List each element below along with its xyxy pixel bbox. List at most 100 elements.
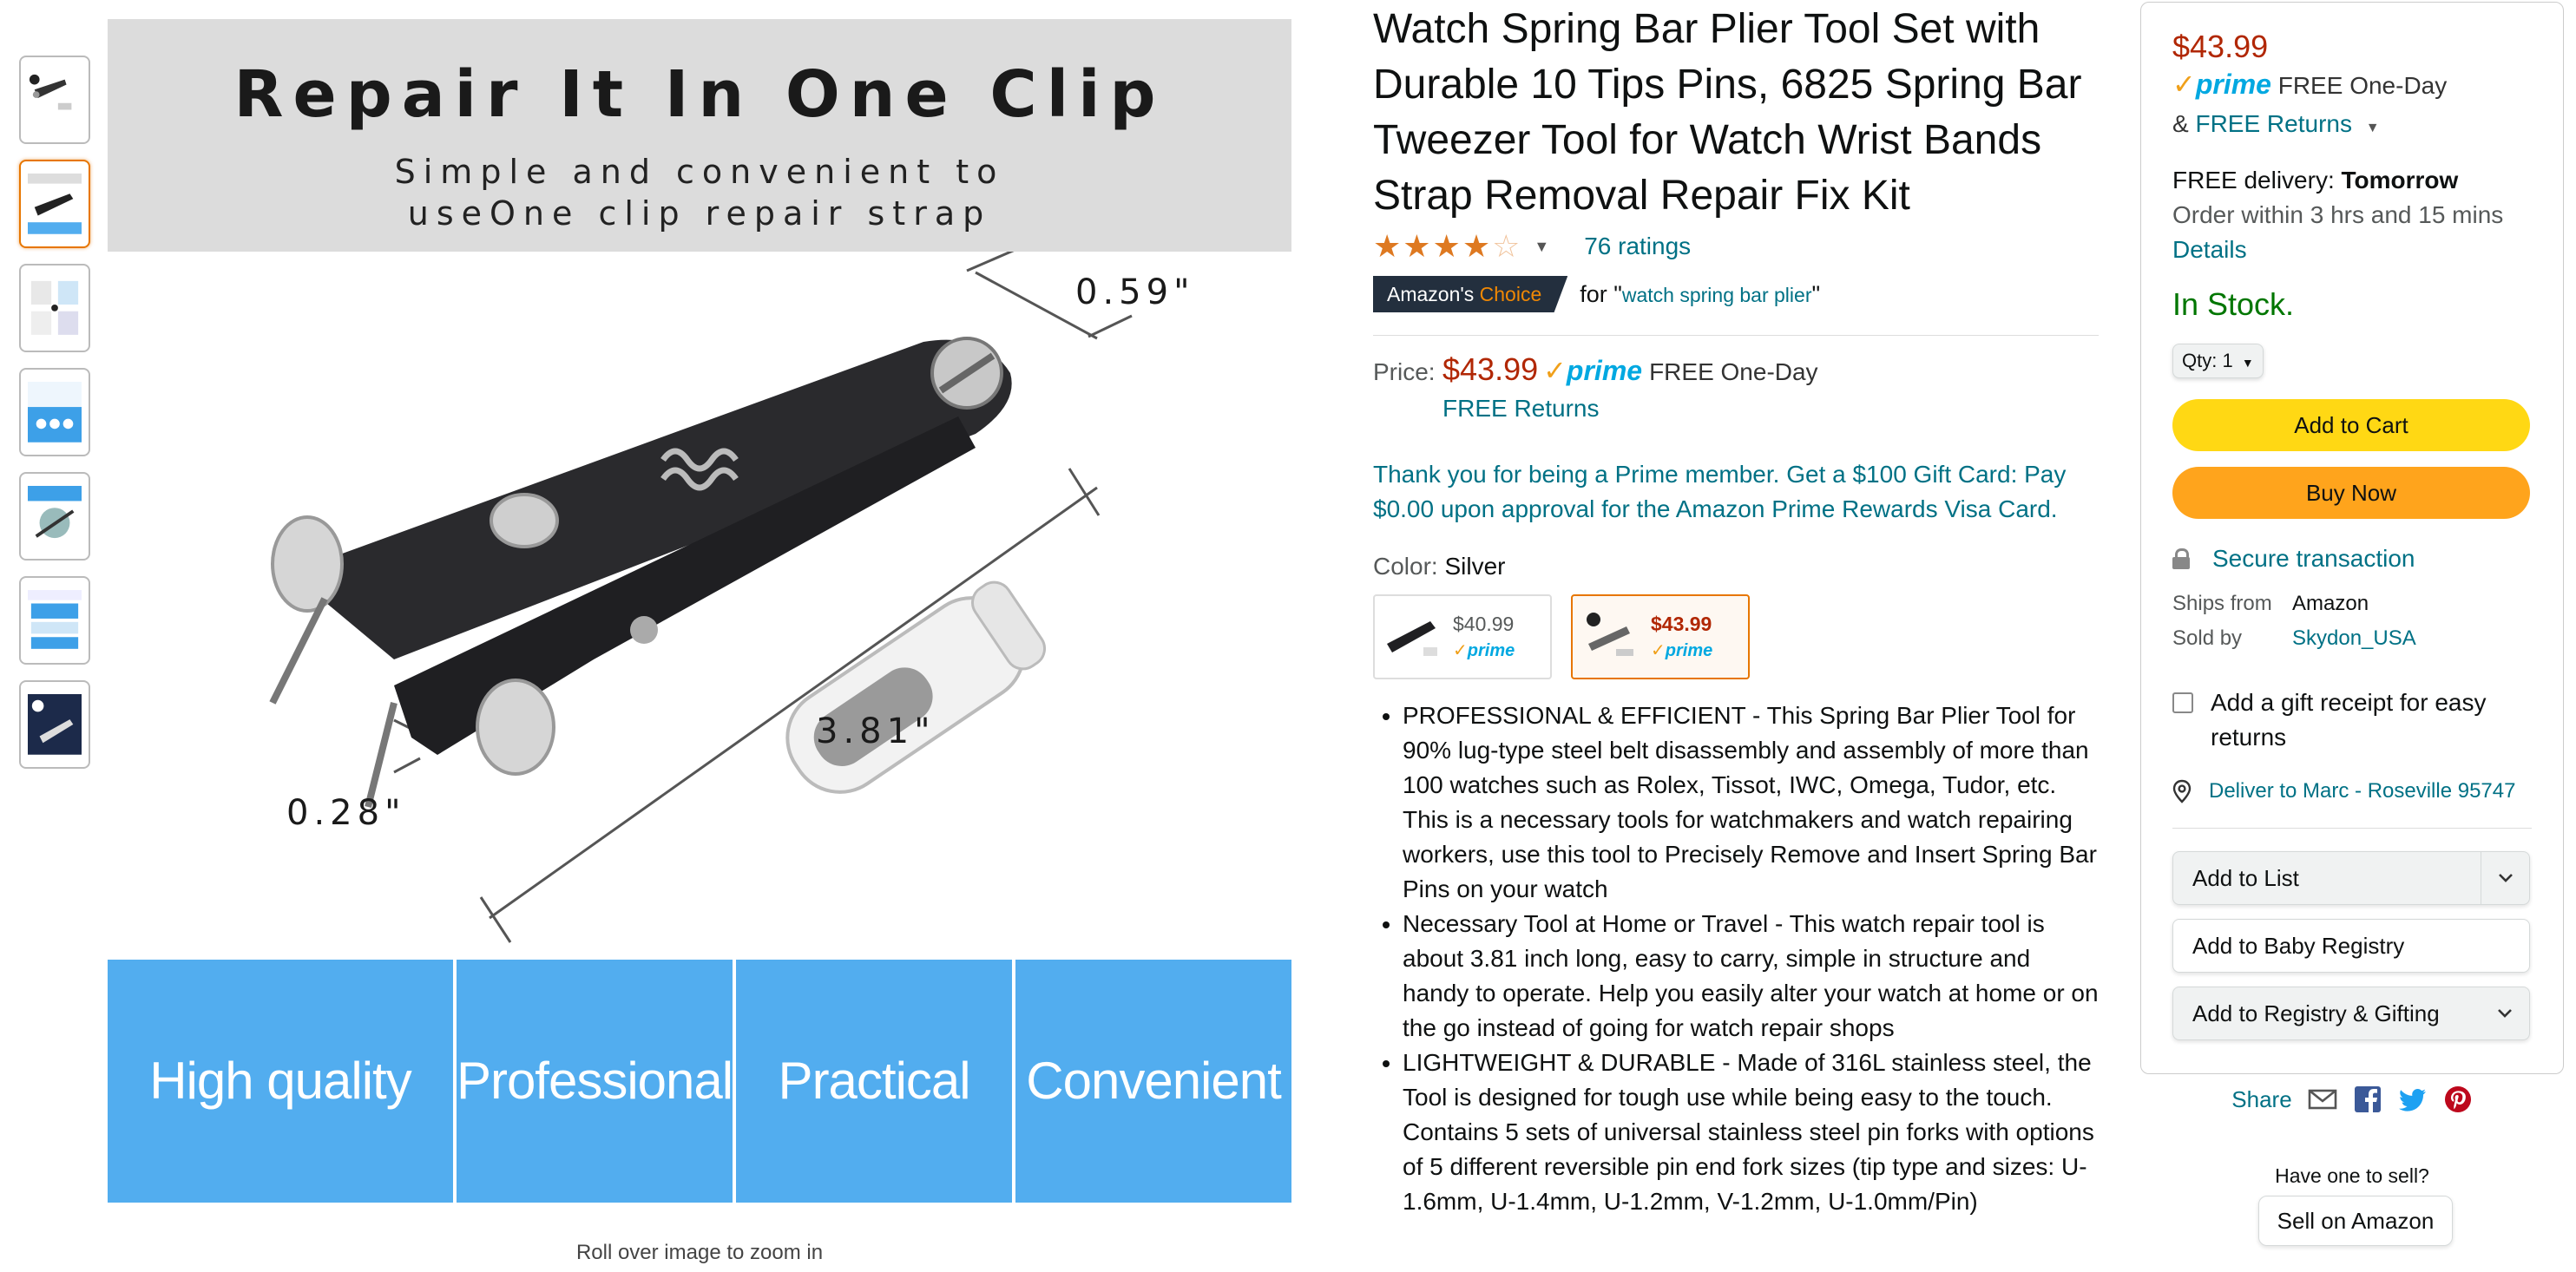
dimension-label-left: 0.28": [286, 793, 405, 833]
feature-tile: Convenient: [1015, 960, 1291, 1203]
image-subline-1: Simple and convenient to: [394, 153, 1005, 191]
add-to-list-button[interactable]: Add to List: [2172, 851, 2530, 905]
badge-for-suffix: ": [1811, 280, 1821, 307]
feature-bullet: PROFESSIONAL & EFFICIENT - This Spring B…: [1403, 698, 2099, 907]
feature-tile: High quality: [108, 960, 453, 1203]
color-swatches: $40.99 ✓prime $43.99 ✓prime: [1373, 594, 2099, 679]
spring-bar-plier-illustration: 0.59" 3.81" 0.28": [269, 246, 1194, 943]
swatch-price: $40.99: [1453, 613, 1515, 635]
zoom-hint: Roll over image to zoom in: [575, 1241, 824, 1264]
badge-prefix: Amazon's: [1387, 283, 1475, 305]
chevron-down-icon: [2498, 874, 2513, 882]
delivery-info: FREE delivery: Tomorrow Order within 3 h…: [2172, 163, 2532, 267]
location-pin-icon: [2172, 779, 2192, 803]
price-row: Price: $43.99 ✓prime FREE One-Day: [1373, 351, 2099, 388]
prime-card-offer-link[interactable]: Thank you for being a Prime member. Get …: [1373, 457, 2099, 527]
color-selector-label: Color: Silver: [1373, 553, 2099, 580]
image-feature-tiles: High quality Professional Practical Conv…: [108, 960, 1291, 1203]
image-product-area: 0.59" 3.81" 0.28": [108, 246, 1291, 960]
feature-bullet: LIGHTWEIGHT & DURABLE - Made of 316L sta…: [1403, 1046, 2099, 1219]
thumbnail-1[interactable]: [19, 56, 90, 144]
twitter-icon[interactable]: [2398, 1085, 2428, 1114]
ratings-count-link[interactable]: 76 ratings: [1584, 233, 1691, 260]
thumbnail-strip: [19, 56, 92, 784]
color-value: Silver: [1444, 553, 1506, 580]
image-headline: Repair It In One Clip: [233, 57, 1166, 132]
stock-status: In Stock.: [2172, 286, 2295, 322]
product-details: Watch Spring Bar Plier Tool Set with Dur…: [1373, 0, 2099, 1219]
delivery-prefix: FREE delivery:: [2172, 167, 2335, 193]
add-to-list-dropdown[interactable]: [2481, 852, 2529, 904]
feature-bullets: PROFESSIONAL & EFFICIENT - This Spring B…: [1373, 698, 2099, 1219]
buy-now-button[interactable]: Buy Now: [2172, 467, 2530, 519]
swatch-prime-icon: ✓prime: [1453, 641, 1515, 660]
price-label: Price:: [1373, 358, 1436, 385]
add-to-cart-button[interactable]: Add to Cart: [2172, 399, 2530, 451]
chevron-down-icon: [2481, 1008, 2529, 1019]
badge-suffix: Choice: [1479, 283, 1542, 305]
swatch-thumbnail: [1587, 613, 1633, 656]
ships-from-label: Ships from: [2172, 592, 2272, 615]
swatch-prime-icon: ✓prime: [1651, 641, 1713, 660]
thumbnail-7[interactable]: [19, 680, 90, 769]
gift-receipt-row: Add a gift receipt for easy returns: [2172, 685, 2532, 755]
add-to-baby-registry-button[interactable]: Add to Baby Registry: [2172, 919, 2530, 973]
divider: [2172, 828, 2532, 829]
swatch-option-1[interactable]: $40.99 ✓prime: [1373, 594, 1552, 679]
chevron-down-icon[interactable]: ▼: [2366, 121, 2380, 135]
dimension-label-top: 0.59": [1075, 272, 1194, 312]
seller-info: Ships from Amazon Sold by Skydon_USA: [2172, 592, 2532, 651]
email-icon[interactable]: [2308, 1085, 2337, 1114]
add-to-list-label: Add to List: [2192, 864, 2299, 891]
thumbnail-6[interactable]: [19, 576, 90, 665]
badge-keyword-link[interactable]: watch spring bar plier: [1622, 284, 1812, 306]
thumbnail-2[interactable]: [19, 160, 90, 248]
badge-keyword-text: for "watch spring bar plier": [1580, 281, 1820, 308]
secure-transaction-row[interactable]: Secure transaction: [2172, 545, 2532, 573]
deliver-to-row[interactable]: Deliver to Marc - Roseville 95747: [2172, 779, 2532, 803]
delivery-day: Tomorrow: [2341, 167, 2459, 193]
facebook-icon[interactable]: [2353, 1085, 2382, 1114]
sold-by-link[interactable]: Skydon_USA: [2292, 626, 2532, 651]
feature-bullet: Necessary Tool at Home or Travel - This …: [1403, 907, 2099, 1046]
pinterest-icon[interactable]: [2443, 1085, 2473, 1114]
swatch-option-2[interactable]: $43.99 ✓prime: [1571, 594, 1750, 679]
feature-tile: Practical: [736, 960, 1013, 1203]
qty-label: Qty:: [2182, 350, 2218, 371]
color-label: Color:: [1373, 553, 1438, 580]
buy-box: $43.99 ✓prime FREE One-Day & FREE Return…: [2140, 2, 2564, 1074]
buybox-free-returns-link[interactable]: FREE Returns: [2195, 110, 2352, 137]
qty-value: 1: [2222, 350, 2233, 371]
order-within-text: Order within 3 hrs and 15 mins: [2172, 201, 2504, 228]
free-returns-link[interactable]: FREE Returns: [1442, 395, 2099, 423]
chevron-down-icon: ▼: [2241, 356, 2254, 370]
chevron-down-icon[interactable]: ▼: [1534, 238, 1549, 256]
gift-receipt-label[interactable]: Add a gift receipt for easy returns: [2211, 685, 2532, 755]
delivery-details-link[interactable]: Details: [2172, 233, 2532, 267]
gift-receipt-checkbox[interactable]: [2172, 692, 2193, 713]
ships-from-value: Amazon: [2292, 592, 2369, 615]
buybox-prime-delivery: FREE One-Day: [2277, 72, 2448, 99]
add-to-registry-gifting-button[interactable]: Add to Registry & Gifting: [2172, 987, 2530, 1040]
star-rating[interactable]: ★★★★☆: [1373, 228, 1521, 265]
buybox-returns-row: & FREE Returns ▼: [2172, 105, 2532, 148]
add-to-baby-registry-label: Add to Baby Registry: [2192, 932, 2405, 959]
thumbnail-4[interactable]: [19, 368, 90, 456]
amazons-choice-row: Amazon's Choice for "watch spring bar pl…: [1373, 276, 2099, 312]
main-product-image[interactable]: Repair It In One Clip Simple and conveni…: [108, 19, 1291, 1203]
sold-by-label: Sold by: [2172, 626, 2243, 650]
divider: [1373, 335, 2099, 336]
secure-transaction-link[interactable]: Secure transaction: [2212, 545, 2415, 573]
sell-question: Have one to sell?: [2275, 1164, 2429, 1187]
dimension-label-length: 3.81": [816, 711, 935, 751]
deliver-to-link[interactable]: Deliver to Marc - Roseville 95747: [2209, 779, 2515, 803]
swatch-thumbnail: [1387, 621, 1437, 656]
quantity-select[interactable]: Qty: 1 ▼: [2172, 344, 2264, 378]
thumbnail-3[interactable]: [19, 264, 90, 352]
lock-icon: [2172, 548, 2190, 569]
rating-row: ★★★★☆ ▼ 76 ratings: [1373, 228, 2099, 265]
thumbnail-5[interactable]: [19, 472, 90, 561]
feature-tile: Professional: [456, 960, 733, 1203]
sell-on-amazon-button[interactable]: Sell on Amazon: [2258, 1196, 2453, 1246]
image-banner: Repair It In One Clip Simple and conveni…: [108, 19, 1291, 252]
